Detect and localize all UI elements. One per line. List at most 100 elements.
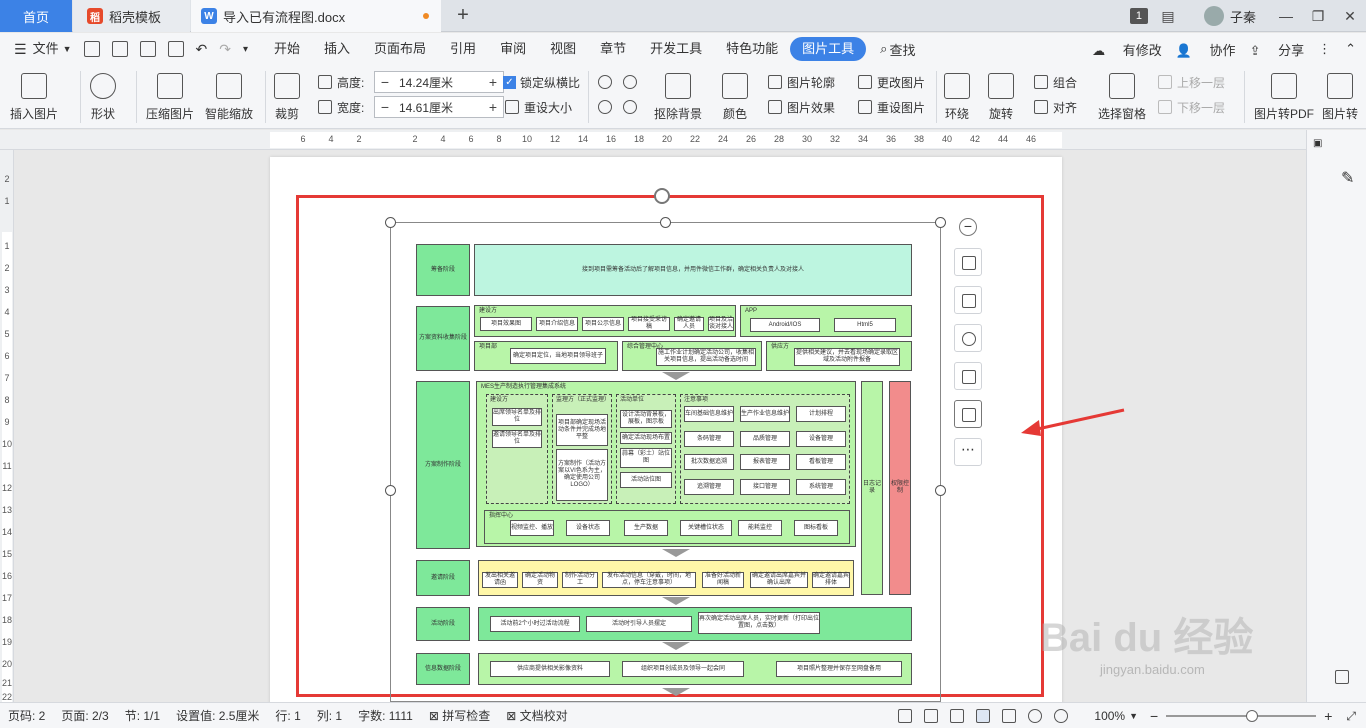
write-mode-icon[interactable] xyxy=(950,709,965,723)
rotate-button[interactable]: 旋转 xyxy=(988,73,1014,122)
picture-convert-button[interactable]: 图片转 xyxy=(1322,73,1358,122)
brightness-down-icon[interactable] xyxy=(598,100,612,114)
align-button[interactable]: 对齐 xyxy=(1034,96,1077,118)
menu-item-review[interactable]: 审阅 xyxy=(488,37,538,61)
compress-picture-button[interactable]: 压缩图片 xyxy=(146,73,194,122)
shape-button[interactable]: 形状 xyxy=(90,73,116,122)
change-picture-button[interactable]: 更改图片 xyxy=(858,71,925,93)
edit-picture-button[interactable] xyxy=(954,248,982,276)
menu-item-layout[interactable]: 页面布局 xyxy=(362,37,438,61)
width-decrease-button[interactable]: − xyxy=(375,99,395,115)
redo-icon[interactable]: ↷ xyxy=(219,41,231,58)
save-icon[interactable] xyxy=(83,41,100,57)
crop-picture-button[interactable] xyxy=(954,362,982,390)
print-icon[interactable] xyxy=(139,41,156,57)
menu-item-picture-tools[interactable]: 图片工具 xyxy=(790,37,867,61)
status-col[interactable]: 列: 1 xyxy=(309,707,350,724)
print-preview-icon[interactable] xyxy=(167,41,184,57)
tab-daoke-templates[interactable]: 稻稻壳模板 xyxy=(73,0,190,32)
zoom-slider-knob[interactable] xyxy=(1246,710,1259,722)
horizontal-ruler[interactable]: 6 4 2 2 4 6 8 10 12 14 16 18 20 22 24 26… xyxy=(0,130,1306,150)
layout-options-button[interactable] xyxy=(954,286,982,314)
read-mode-icon[interactable] xyxy=(924,709,939,723)
rotate-handle[interactable] xyxy=(654,188,670,204)
window-count-badge[interactable]: 1 xyxy=(1129,8,1148,24)
status-pages[interactable]: 页面: 2/3 xyxy=(53,707,116,724)
pen-icon[interactable]: ✎ xyxy=(1341,168,1354,188)
status-section[interactable]: 节: 1/1 xyxy=(117,707,168,724)
height-input[interactable]: −14.24厘米 + xyxy=(374,71,504,93)
contrast-down-icon[interactable] xyxy=(623,100,637,114)
menu-item-features[interactable]: 特色功能 xyxy=(714,37,790,61)
status-page[interactable]: 页码: 2 xyxy=(0,707,53,724)
tab-document[interactable]: W 导入已有流程图.docx xyxy=(191,0,441,32)
more-options-button[interactable]: ⋯ xyxy=(954,438,982,466)
menu-item-developer[interactable]: 开发工具 xyxy=(638,37,714,61)
share-button[interactable]: ⇪ 分享 xyxy=(1250,40,1305,59)
web-view-icon[interactable] xyxy=(1028,709,1043,723)
width-input[interactable]: −14.61厘米 + xyxy=(374,96,504,118)
resize-handle[interactable] xyxy=(660,217,671,228)
smart-zoom-button[interactable]: 智能缩放 xyxy=(205,73,253,122)
color-button[interactable]: 颜色 xyxy=(722,73,748,122)
resize-handle[interactable] xyxy=(385,485,396,496)
picture-to-pdf-button[interactable]: 图片转PDF xyxy=(1254,73,1314,122)
search-icon[interactable]: ⌕ xyxy=(880,41,887,57)
layout-icon[interactable]: ▤ xyxy=(1152,8,1184,25)
reset-size-button[interactable]: 重设大小 xyxy=(505,96,572,118)
new-tab-button[interactable]: + xyxy=(450,4,476,28)
zoom-in-button[interactable]: + xyxy=(1324,708,1332,724)
user-name[interactable]: 子秦 xyxy=(1230,7,1256,26)
menu-item-reference[interactable]: 引用 xyxy=(438,37,488,61)
quick-access-more-icon[interactable]: ▾ xyxy=(243,44,248,55)
menu-item-chapter[interactable]: 章节 xyxy=(588,37,638,61)
brightness-up-icon[interactable] xyxy=(598,75,612,89)
spell-check-button[interactable]: ⊠ 拼写检查 xyxy=(421,707,498,724)
collapse-toolbar-button[interactable]: − xyxy=(959,218,977,236)
close-button[interactable]: ✕ xyxy=(1334,8,1366,25)
collapse-ribbon-icon[interactable]: ⌃ xyxy=(1345,41,1356,57)
collaborate-button[interactable]: 👤 协作 xyxy=(1176,40,1236,59)
vertical-ruler[interactable]: 2 1 1 2 3 4 5 6 7 8 9 10 11 12 13 14 15 … xyxy=(0,150,14,702)
resize-handle[interactable] xyxy=(935,217,946,228)
undo-icon[interactable]: ↶ xyxy=(196,41,208,58)
zoom-out-button[interactable]: − xyxy=(1150,708,1158,724)
crop-button[interactable]: 裁剪 xyxy=(274,73,300,122)
cloud-changes-button[interactable]: ☁ 有修改 xyxy=(1092,40,1162,59)
insert-picture-button[interactable]: 插入图片 xyxy=(10,73,58,122)
tab-home[interactable]: 首页 xyxy=(0,0,72,32)
user-avatar[interactable] xyxy=(1203,6,1224,26)
eye-protect-icon[interactable] xyxy=(1054,709,1069,723)
bring-forward-button[interactable]: 上移一层 xyxy=(1158,71,1225,93)
width-increase-button[interactable]: + xyxy=(483,99,503,115)
resize-handle[interactable] xyxy=(935,485,946,496)
more-icon[interactable]: ⋮ xyxy=(1318,41,1331,57)
fit-window-icon[interactable]: ⤢ xyxy=(1346,709,1356,724)
status-words[interactable]: 字数: 1111 xyxy=(350,707,421,724)
zoom-level[interactable]: 100% xyxy=(1094,709,1125,723)
page-view-icon[interactable] xyxy=(976,709,991,723)
menu-item-view[interactable]: 视图 xyxy=(538,37,588,61)
status-setting[interactable]: 设置值: 2.5厘米 xyxy=(168,707,267,724)
status-row[interactable]: 行: 1 xyxy=(267,707,308,724)
zoom-picture-button[interactable] xyxy=(954,324,982,352)
picture-effect-button[interactable]: 图片效果 xyxy=(768,96,835,118)
menu-item-start[interactable]: 开始 xyxy=(262,37,312,61)
restore-button[interactable]: ❐ xyxy=(1302,8,1334,25)
collapse-icon[interactable]: ▣ xyxy=(1313,138,1322,149)
picture-to-doc-button[interactable] xyxy=(954,400,982,428)
height-increase-button[interactable]: + xyxy=(483,74,503,90)
resize-handle[interactable] xyxy=(385,217,396,228)
wrap-button[interactable]: 环绕 xyxy=(944,73,970,122)
zoom-slider[interactable] xyxy=(1166,710,1317,722)
height-decrease-button[interactable]: − xyxy=(375,74,395,90)
zoom-dropdown-icon[interactable]: ▼ xyxy=(1129,711,1138,721)
selection-pane-button[interactable]: 选择窗格 xyxy=(1098,73,1146,122)
reset-picture-button[interactable]: 重设图片 xyxy=(858,96,925,118)
doc-proofread-button[interactable]: ⊠ 文档校对 xyxy=(498,707,575,724)
group-button[interactable]: 组合 xyxy=(1034,71,1077,93)
contrast-up-icon[interactable] xyxy=(623,75,637,89)
chevron-down-icon[interactable]: ▼ xyxy=(63,44,72,54)
menu-item-insert[interactable]: 插入 xyxy=(312,37,362,61)
menu-search[interactable]: 查找 xyxy=(889,40,915,59)
